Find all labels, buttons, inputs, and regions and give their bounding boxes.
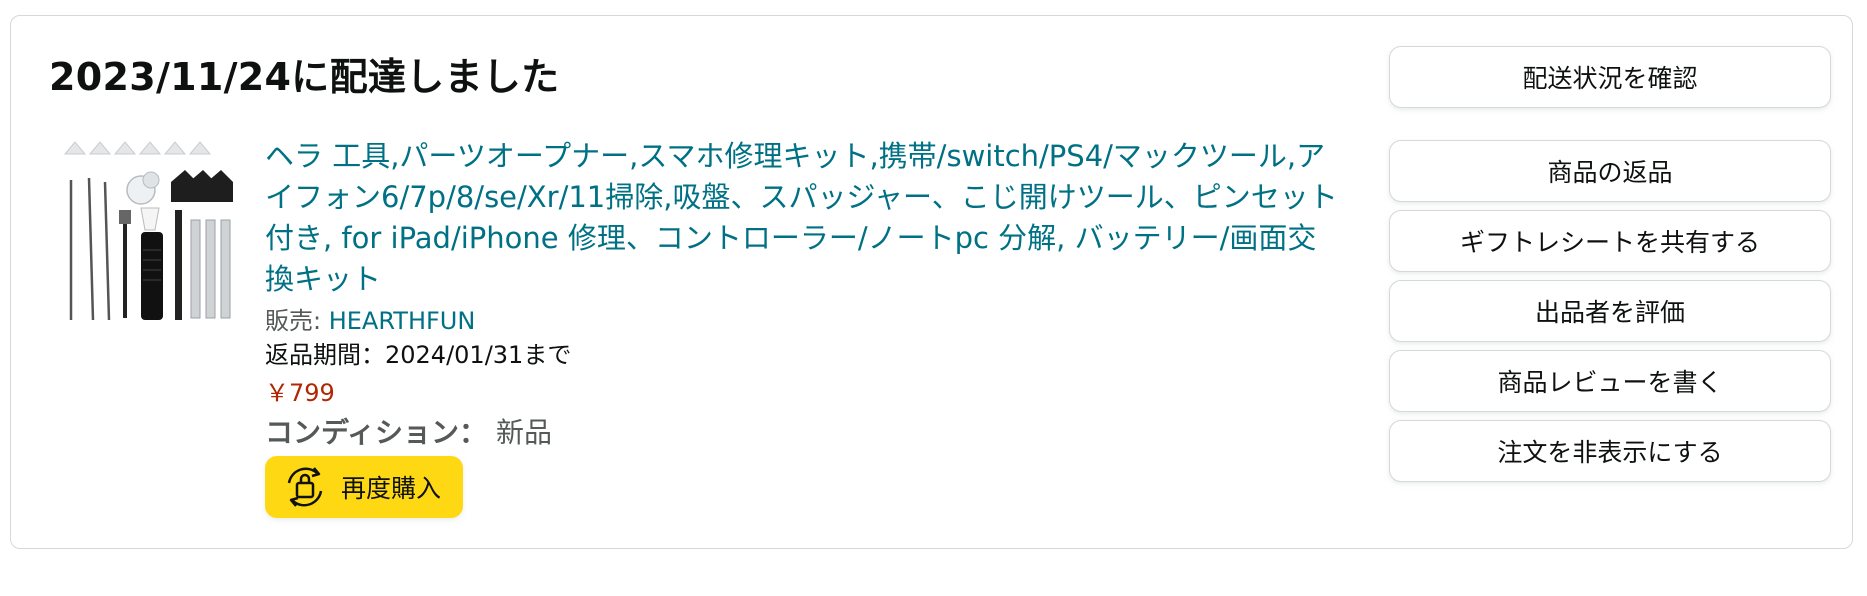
product-title-link[interactable]: ヘラ 工具,パーツオープナー,スマホ修理キット,携帯/switch/PS4/マッ… (265, 136, 1345, 300)
write-review-button[interactable]: 商品レビューを書く (1389, 350, 1831, 412)
order-actions: 配送状況を確認 商品の返品 ギフトレシートを共有する 出品者を評価 商品レビュー… (1389, 46, 1831, 490)
condition: コンディション： 新品 (265, 414, 1345, 452)
rate-seller-button[interactable]: 出品者を評価 (1389, 280, 1831, 342)
buy-again-label: 再度購入 (341, 474, 442, 503)
buy-again-button[interactable]: 再度購入 (265, 456, 464, 518)
delivery-status-title: 2023/11/24に配達しました (49, 55, 560, 99)
hide-order-button[interactable]: 注文を非表示にする (1389, 420, 1831, 482)
condition-value: 新品 (495, 416, 552, 449)
seller-label: 販売: (265, 307, 329, 335)
track-package-button[interactable]: 配送状況を確認 (1389, 46, 1831, 108)
return-item-button[interactable]: 商品の返品 (1389, 140, 1831, 202)
order-card: 2023/11/24に配達しました ヘラ 工具,パーツオープナー,スマホ修理キッ… (10, 15, 1853, 549)
return-period: 返品期間：2024/01/31まで (265, 341, 572, 369)
product-image[interactable] (63, 140, 253, 330)
reorder-bag-icon (287, 467, 323, 507)
seller-name-link[interactable]: HEARTHFUN (329, 307, 476, 335)
price: ￥799 (265, 379, 335, 407)
product-info: ヘラ 工具,パーツオープナー,スマホ修理キット,携帯/switch/PS4/マッ… (265, 136, 1345, 518)
share-gift-receipt-button[interactable]: ギフトレシートを共有する (1389, 210, 1831, 272)
condition-label: コンディション： (265, 416, 488, 449)
seller-line: 販売: HEARTHFUN (265, 304, 1345, 338)
